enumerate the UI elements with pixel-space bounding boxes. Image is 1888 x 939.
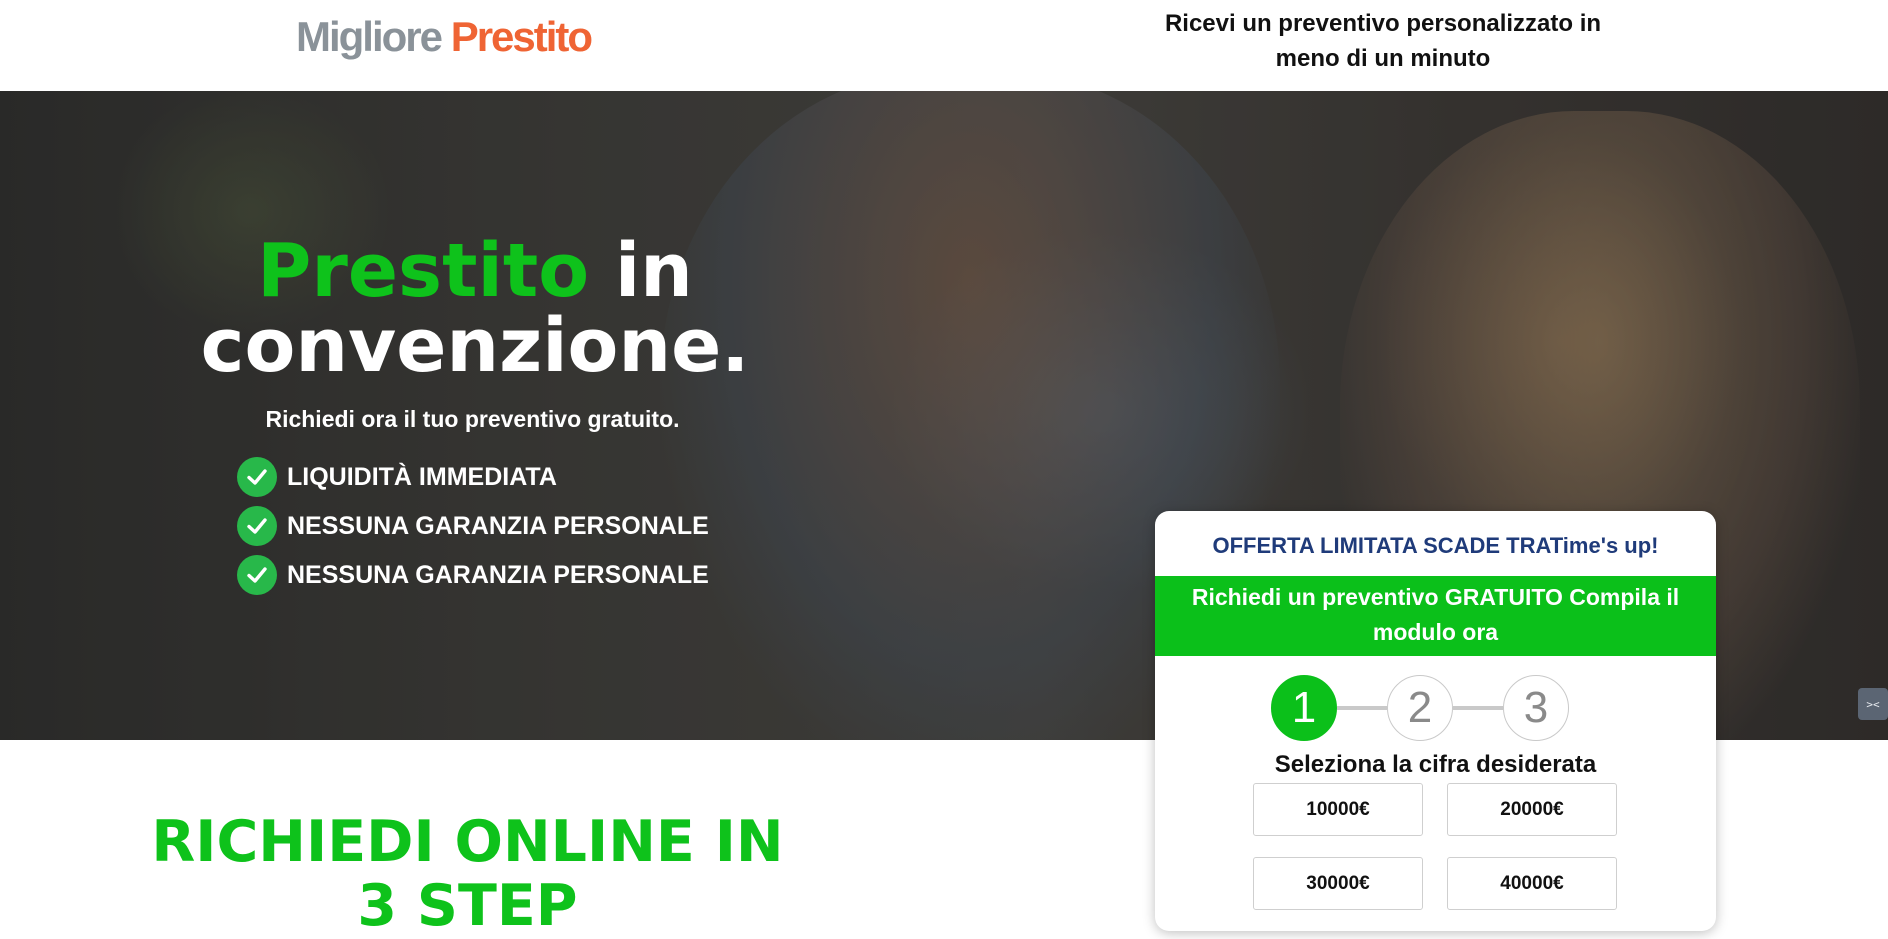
hero-title-highlight: Prestito (257, 228, 590, 314)
brand-logo[interactable]: Migliore Prestito (296, 12, 593, 62)
offer-countdown: OFFERTA LIMITATA SCADE TRATime's up! (1212, 533, 1659, 558)
feature-item: NESSUNA GARANZIA PERSONALE (237, 555, 709, 595)
step-connector (1337, 706, 1387, 710)
amount-option-button[interactable]: 30000€ (1253, 857, 1423, 910)
feature-item: NESSUNA GARANZIA PERSONALE (237, 506, 709, 546)
amount-option-button[interactable]: 20000€ (1447, 783, 1617, 836)
site-header: Migliore Prestito Ricevi un preventivo p… (0, 0, 1888, 91)
step-indicator-1: 1 (1271, 675, 1337, 741)
feature-list: LIQUIDITÀ IMMEDIATA NESSUNA GARANZIA PER… (237, 457, 709, 604)
check-circle-icon (237, 457, 277, 497)
step-indicator-2: 2 (1387, 675, 1453, 741)
hero-subtitle: Richiedi ora il tuo preventivo gratuito. (265, 406, 680, 432)
logo-text-prestito: Prestito (450, 13, 593, 60)
amount-option-button[interactable]: 10000€ (1253, 783, 1423, 836)
hero-title: Prestito in convenzione. (150, 234, 800, 384)
step-indicator-3: 3 (1503, 675, 1569, 741)
logo-text-migliore: Migliore (296, 13, 443, 60)
check-circle-icon (237, 506, 277, 546)
step-connector (1453, 706, 1503, 710)
form-stepper: 1 2 3 (1271, 675, 1569, 741)
amount-options: 10000€ 20000€ 30000€ 40000€ (1253, 783, 1625, 910)
feature-label: LIQUIDITÀ IMMEDIATA (287, 462, 557, 491)
form-banner: Richiedi un preventivo GRATUITO Compila … (1155, 576, 1716, 656)
amount-option-button[interactable]: 40000€ (1447, 857, 1617, 910)
check-circle-icon (237, 555, 277, 595)
feature-item: LIQUIDITÀ IMMEDIATA (237, 457, 709, 497)
collapse-arrows-icon[interactable]: >< (1858, 688, 1888, 720)
steps-heading: RICHIEDI ONLINE IN 3 STEP (151, 809, 784, 939)
amount-question: Seleziona la cifra desiderata (1274, 751, 1597, 778)
header-tagline: Ricevi un preventivo personalizzato in m… (1164, 10, 1602, 72)
feature-label: NESSUNA GARANZIA PERSONALE (287, 511, 709, 540)
feature-label: NESSUNA GARANZIA PERSONALE (287, 560, 709, 589)
quote-form-card: OFFERTA LIMITATA SCADE TRATime's up! Ric… (1155, 511, 1716, 931)
